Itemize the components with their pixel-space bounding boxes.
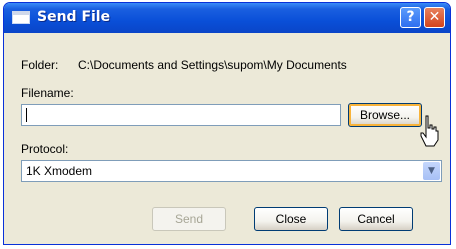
window-icon	[12, 11, 30, 24]
window-title: Send File	[37, 9, 111, 25]
close-button[interactable]: Close	[254, 207, 328, 231]
browse-button[interactable]: Browse...	[348, 103, 422, 127]
folder-label: Folder:	[21, 58, 59, 72]
filename-label: Filename:	[21, 86, 74, 100]
cancel-button[interactable]: Cancel	[339, 207, 413, 231]
protocol-select[interactable]: 1K Xmodem ▼	[21, 160, 442, 182]
hand-pointer-icon	[420, 115, 439, 147]
send-file-dialog: Send File ? ✕ Folder: C:\Documents and S…	[3, 2, 451, 245]
protocol-selected-value: 1K Xmodem	[26, 164, 93, 178]
title-bar[interactable]: Send File ? ✕	[4, 3, 450, 33]
window-close-button[interactable]: ✕	[424, 7, 445, 28]
help-button[interactable]: ?	[400, 7, 421, 28]
send-button[interactable]: Send	[152, 207, 226, 231]
text-caret	[26, 108, 27, 122]
folder-path: C:\Documents and Settings\supom\My Docum…	[78, 58, 347, 72]
protocol-label: Protocol:	[21, 142, 69, 156]
chevron-down-icon[interactable]: ▼	[423, 162, 440, 180]
filename-input[interactable]	[21, 104, 341, 126]
